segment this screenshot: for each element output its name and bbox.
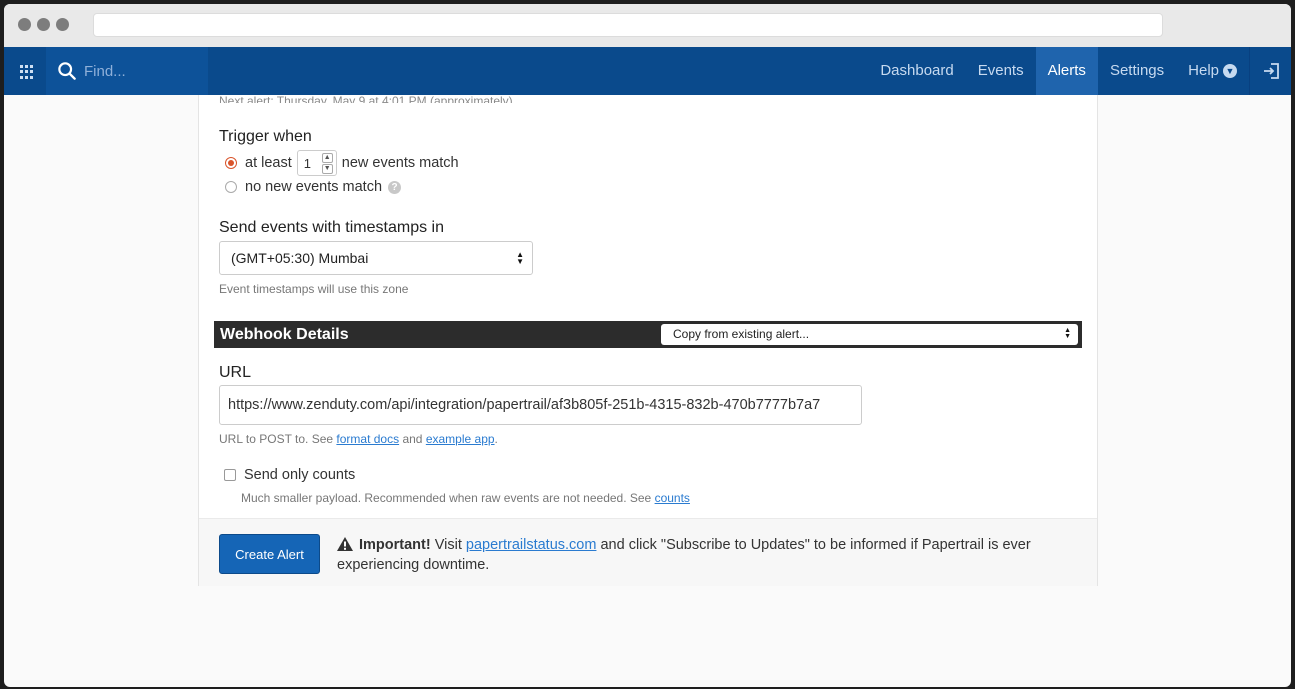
nav-dashboard[interactable]: Dashboard <box>868 47 965 95</box>
radio-no-new-row: no new events match ? <box>225 179 402 195</box>
logout-button[interactable] <box>1249 47 1291 95</box>
radio-at-least[interactable] <box>225 157 237 169</box>
maximize-dot[interactable] <box>56 18 69 31</box>
example-app-link[interactable]: example app <box>426 432 495 446</box>
browser-window: Dashboard Events Alerts Settings Help ▼ N… <box>4 4 1291 687</box>
top-nav: Dashboard Events Alerts Settings Help ▼ <box>4 47 1291 95</box>
search-icon[interactable] <box>58 62 76 80</box>
chevron-down-icon: ▼ <box>1223 64 1237 79</box>
counts-link[interactable]: counts <box>655 491 690 505</box>
no-new-events-label: no new events match <box>245 179 383 195</box>
status-link[interactable]: papertrailstatus.com <box>466 537 597 553</box>
apps-grid-icon[interactable] <box>20 65 34 79</box>
search-input[interactable] <box>84 47 204 95</box>
address-bar[interactable] <box>93 13 1163 37</box>
format-docs-link[interactable]: format docs <box>336 432 399 446</box>
important-label: Important! <box>359 537 431 553</box>
close-dot[interactable] <box>18 18 31 31</box>
count-value: 1 <box>303 155 311 171</box>
radio-at-least-row: at least 1 ▲ ▼ new events match <box>225 150 459 176</box>
counts-hint-text: Much smaller payload. Recommended when r… <box>241 491 652 505</box>
downtime-notice: Important! Visit papertrailstatus.com an… <box>337 535 1077 575</box>
radio-no-new-events[interactable] <box>225 181 237 193</box>
copy-alert-value: Copy from existing alert... <box>673 327 810 341</box>
nav-alerts[interactable]: Alerts <box>1035 47 1098 95</box>
stepper-arrows: ▲ ▼ <box>321 153 333 175</box>
select-arrows-icon: ▲ ▼ <box>516 250 524 266</box>
at-least-label: at least <box>245 155 292 171</box>
alert-form-panel: Next alert: Thursday, May 9 at 4:01 PM (… <box>198 94 1098 586</box>
stepper-up-icon[interactable]: ▲ <box>321 153 333 163</box>
select-arrows-icon: ▲ ▼ <box>1064 327 1071 340</box>
nav-settings[interactable]: Settings <box>1098 47 1176 95</box>
logout-icon <box>1263 63 1279 79</box>
form-footer: Create Alert Important! Visit papertrail… <box>199 518 1097 586</box>
send-counts-checkbox[interactable] <box>224 469 236 481</box>
next-alert-text: Next alert: Thursday, May 9 at 4:01 PM (… <box>219 94 513 103</box>
trigger-label: Trigger when <box>219 128 312 145</box>
counts-hint: Much smaller payload. Recommended when r… <box>241 491 690 505</box>
url-hint-text: URL to POST to. See <box>219 432 334 446</box>
send-counts-label: Send only counts <box>244 467 356 483</box>
create-alert-button[interactable]: Create Alert <box>219 534 320 574</box>
nav-events[interactable]: Events <box>966 47 1036 95</box>
webhook-header: Webhook Details Copy from existing alert… <box>214 321 1082 348</box>
nav-menu: Dashboard Events Alerts Settings Help ▼ <box>868 47 1291 95</box>
help-question-icon[interactable]: ? <box>388 180 402 194</box>
url-input[interactable]: https://www.zenduty.com/api/integration/… <box>219 385 862 425</box>
minimize-dot[interactable] <box>37 18 50 31</box>
timezone-value: (GMT+05:30) Mumbai <box>231 250 369 266</box>
count-stepper[interactable]: 1 ▲ ▼ <box>296 150 337 176</box>
timezone-hint: Event timestamps will use this zone <box>219 282 409 296</box>
warning-icon <box>337 537 353 551</box>
nav-help[interactable]: Help ▼ <box>1176 47 1249 95</box>
timezone-select[interactable]: (GMT+05:30) Mumbai ▲ ▼ <box>219 241 533 275</box>
nav-help-label: Help <box>1188 62 1219 79</box>
url-hint: URL to POST to. See format docs and exam… <box>219 432 498 446</box>
timestamps-label: Send events with timestamps in <box>219 219 444 236</box>
url-label: URL <box>219 364 252 381</box>
webhook-title: Webhook Details <box>220 326 349 343</box>
new-events-match-label: new events match <box>341 155 459 171</box>
copy-alert-select[interactable]: Copy from existing alert... ▲ ▼ <box>661 324 1078 345</box>
visit-text: Visit <box>434 537 462 553</box>
send-counts-row: Send only counts <box>224 467 355 483</box>
search-box <box>46 47 208 95</box>
stepper-down-icon[interactable]: ▼ <box>321 164 333 174</box>
and-text: and <box>402 432 423 446</box>
browser-chrome <box>4 4 1291 47</box>
